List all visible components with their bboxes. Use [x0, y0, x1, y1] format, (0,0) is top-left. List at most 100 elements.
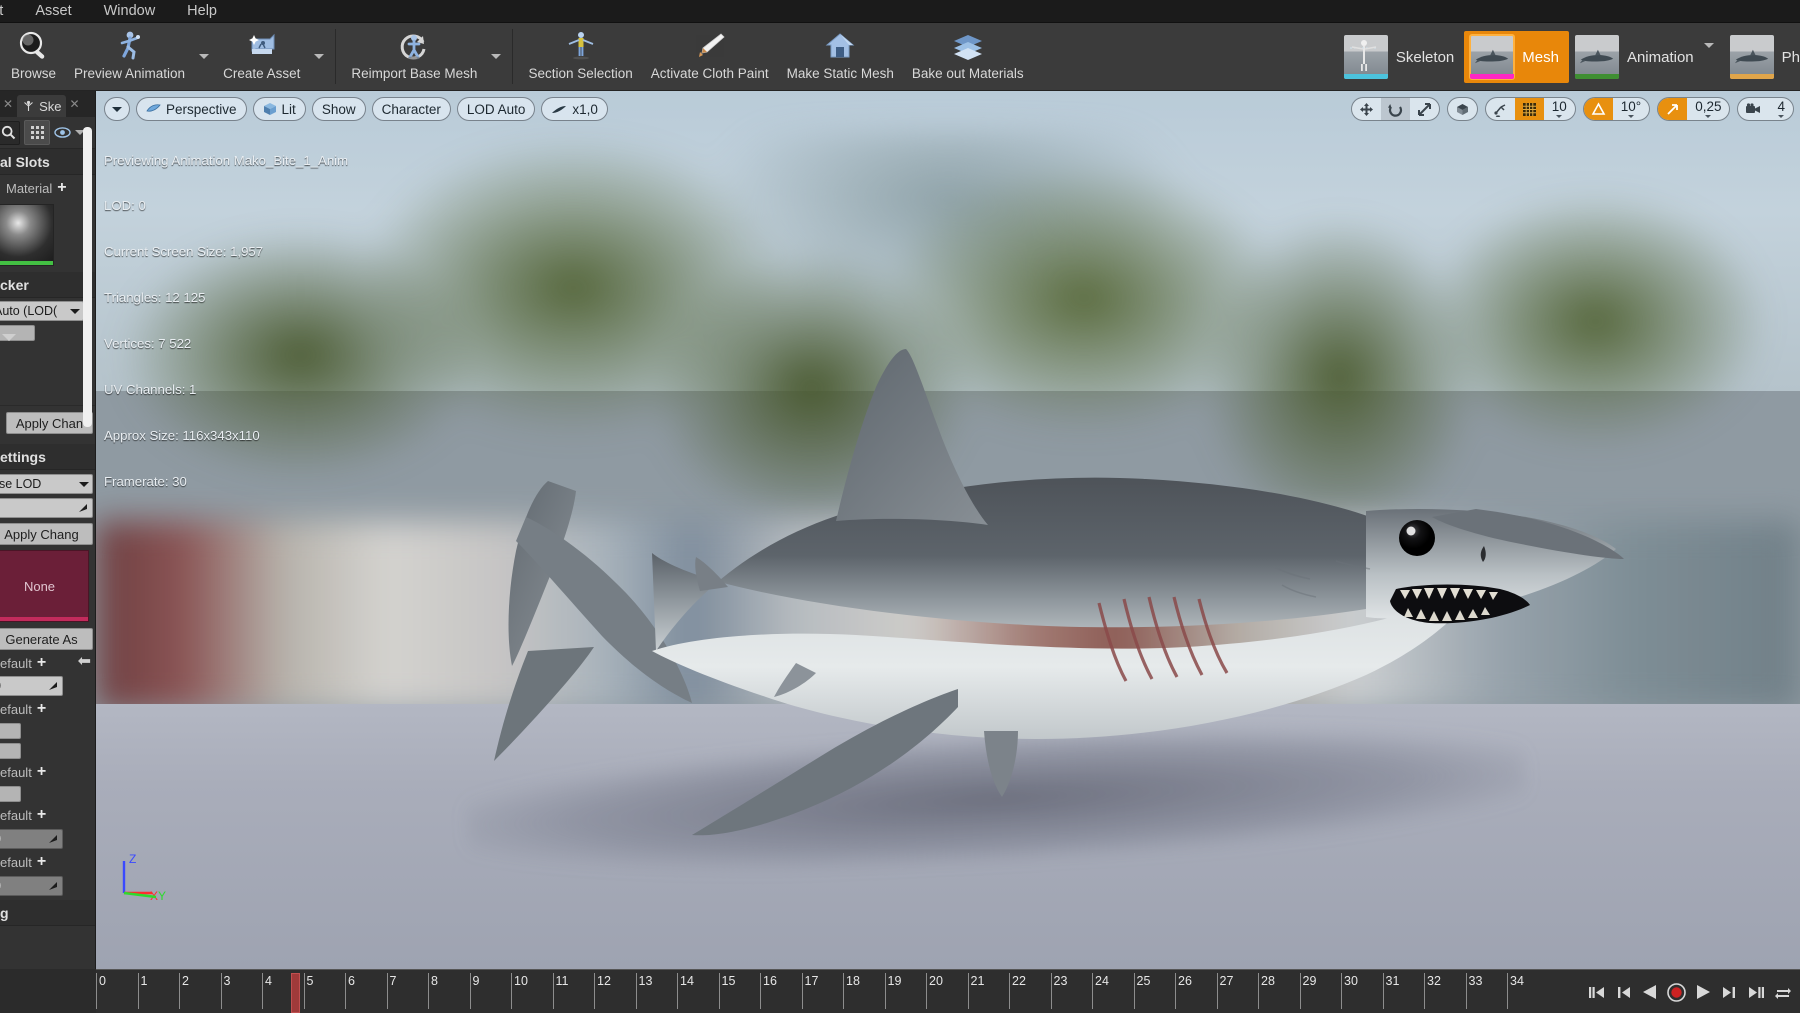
lod-asset-none[interactable]: None [0, 550, 89, 622]
menu-edit[interactable]: dit [0, 0, 19, 23]
mode-animation-dropdown[interactable] [1704, 48, 1714, 66]
reset-arrow-icon-2[interactable] [48, 834, 59, 845]
mode-skeleton[interactable]: Skeleton [1338, 31, 1464, 83]
viewport-options-button[interactable] [104, 97, 130, 121]
default-check-1[interactable] [0, 723, 21, 739]
angle-snap-group: 10° [1583, 97, 1650, 121]
activate-cloth-paint-button[interactable]: Activate Cloth Paint [642, 23, 778, 90]
details-scrollbar[interactable] [83, 127, 92, 427]
default-row-3[interactable]: efault + [0, 759, 95, 785]
play-reverse-button[interactable] [1641, 984, 1658, 1000]
viewport-perspective-button[interactable]: Perspective [136, 97, 247, 121]
add-default-icon-5[interactable]: + [37, 854, 46, 870]
tab-close-icon-right[interactable]: ✕ [66, 97, 83, 117]
camera-speed-value[interactable]: 4 [1769, 98, 1793, 120]
grid-view-button[interactable] [24, 120, 50, 145]
base-lod-dropdown[interactable]: ase LOD [0, 474, 93, 494]
viewport-lod-button[interactable]: LOD Auto [457, 97, 536, 121]
browse-button[interactable]: Browse [2, 23, 65, 90]
base-lod-input[interactable] [0, 498, 93, 518]
preview-animation-dropdown[interactable] [194, 23, 214, 90]
menu-help[interactable]: Help [171, 0, 233, 23]
play-forward-button[interactable] [1695, 984, 1712, 1000]
preview-animation-button[interactable]: Preview Animation [65, 23, 194, 90]
default-input-3[interactable]: 0 [0, 876, 63, 896]
reimport-base-mesh-button[interactable]: Reimport Base Mesh [342, 23, 486, 90]
surface-snap-button[interactable] [1486, 98, 1515, 120]
default-check-2[interactable] [0, 743, 21, 759]
reimport-base-mesh-label: Reimport Base Mesh [351, 66, 477, 81]
viewport-show-button[interactable]: Show [312, 97, 366, 121]
mode-animation[interactable]: Animation [1569, 31, 1724, 83]
generate-asset-button[interactable]: Generate As [0, 628, 93, 650]
tab-close-icon-left[interactable]: ✕ [0, 97, 17, 117]
scale-snap-value[interactable]: 0,25 [1687, 98, 1729, 120]
build-settings-section: g [0, 900, 95, 926]
grid-snap-value[interactable]: 10 [1544, 98, 1575, 120]
default-check-3[interactable] [0, 786, 21, 802]
collapse-panel-arrow-icon[interactable]: ⬅ [78, 651, 91, 671]
scale-snap-toggle[interactable] [1658, 98, 1687, 120]
skeleton-tree-tab[interactable]: Ske [17, 95, 66, 117]
viewport-lit-button[interactable]: Lit [253, 97, 306, 121]
translate-mode-button[interactable] [1352, 98, 1381, 120]
step-forward-button[interactable] [1721, 985, 1737, 1000]
lod-expand-icon[interactable] [2, 334, 16, 358]
viewport[interactable]: Z X Y [96, 91, 1800, 969]
create-asset-dropdown[interactable] [309, 23, 329, 90]
material-slot-row[interactable]: Material + [0, 175, 95, 201]
mode-physics[interactable]: Ph [1724, 31, 1800, 83]
scale-mode-button[interactable] [1410, 98, 1439, 120]
menu-asset[interactable]: Asset [19, 0, 87, 23]
angle-snap-value[interactable]: 10° [1613, 98, 1649, 120]
viewport-character-button[interactable]: Character [372, 97, 451, 121]
loop-button[interactable] [1774, 985, 1792, 1000]
mode-animation-label: Animation [1627, 49, 1694, 66]
timeline-tick-label: 6 [345, 974, 355, 988]
material-thumbnail[interactable] [0, 204, 54, 266]
camera-speed-icon-wrap[interactable] [1738, 98, 1769, 120]
reset-arrow-icon-1[interactable] [48, 681, 59, 692]
bake-out-materials-button[interactable]: Bake out Materials [903, 23, 1033, 90]
viewport-playrate-button[interactable]: x1,0 [541, 97, 608, 121]
default-input-1[interactable]: 0 [0, 676, 63, 696]
timeline-tick-label: 23 [1051, 974, 1068, 988]
default-row-5[interactable]: efault + [0, 849, 95, 875]
default-input-2[interactable]: 0 [0, 829, 63, 849]
create-asset-button[interactable]: Create Asset [214, 23, 309, 90]
mode-mesh[interactable]: Mesh [1464, 31, 1569, 83]
skip-to-start-button[interactable] [1588, 985, 1607, 1000]
shark-thumb-silhouette-3 [1734, 48, 1770, 66]
animation-timeline[interactable]: 0123456789101112131415161718192021222324… [96, 969, 1800, 1013]
reimport-dropdown[interactable] [486, 23, 506, 90]
search-icon [1, 125, 16, 140]
reset-arrow-icon[interactable] [78, 503, 89, 514]
add-default-icon-3[interactable]: + [37, 764, 46, 780]
add-default-icon-1[interactable]: + [37, 655, 46, 671]
apply-changes-button-2[interactable]: Apply Chang [0, 523, 93, 545]
add-material-slot-icon[interactable]: + [57, 180, 66, 196]
add-default-icon-4[interactable]: + [37, 807, 46, 823]
section-selection-button[interactable]: Section Selection [519, 23, 641, 90]
rotate-mode-button[interactable] [1381, 98, 1410, 120]
make-static-mesh-button[interactable]: Make Static Mesh [778, 23, 903, 90]
scale-snap-caret-icon [1705, 115, 1711, 118]
angle-snap-toggle[interactable] [1584, 98, 1613, 120]
grid-snap-toggle[interactable] [1515, 98, 1544, 120]
timeline-playhead[interactable] [291, 973, 300, 1013]
search-input[interactable] [0, 121, 20, 145]
menu-window[interactable]: Window [88, 0, 172, 23]
record-button[interactable] [1667, 983, 1686, 1002]
timeline-ruler[interactable]: 0123456789101112131415161718192021222324… [96, 973, 1686, 1013]
add-default-icon-2[interactable]: + [37, 701, 46, 717]
step-back-button[interactable] [1616, 985, 1632, 1000]
default-row-4[interactable]: efault + [0, 802, 95, 828]
default-row-2[interactable]: efault + [0, 696, 95, 722]
lod-auto-dropdown[interactable]: Auto (LOD( [0, 301, 84, 321]
world-coordinate-button[interactable] [1448, 98, 1477, 120]
reset-arrow-icon-3[interactable] [48, 881, 59, 892]
apply-changes-button-1[interactable]: Apply Chan [6, 412, 93, 434]
shark-skeletal-mesh[interactable] [96, 91, 1800, 969]
skip-to-end-button[interactable] [1746, 985, 1765, 1000]
eye-icon[interactable] [54, 126, 71, 139]
